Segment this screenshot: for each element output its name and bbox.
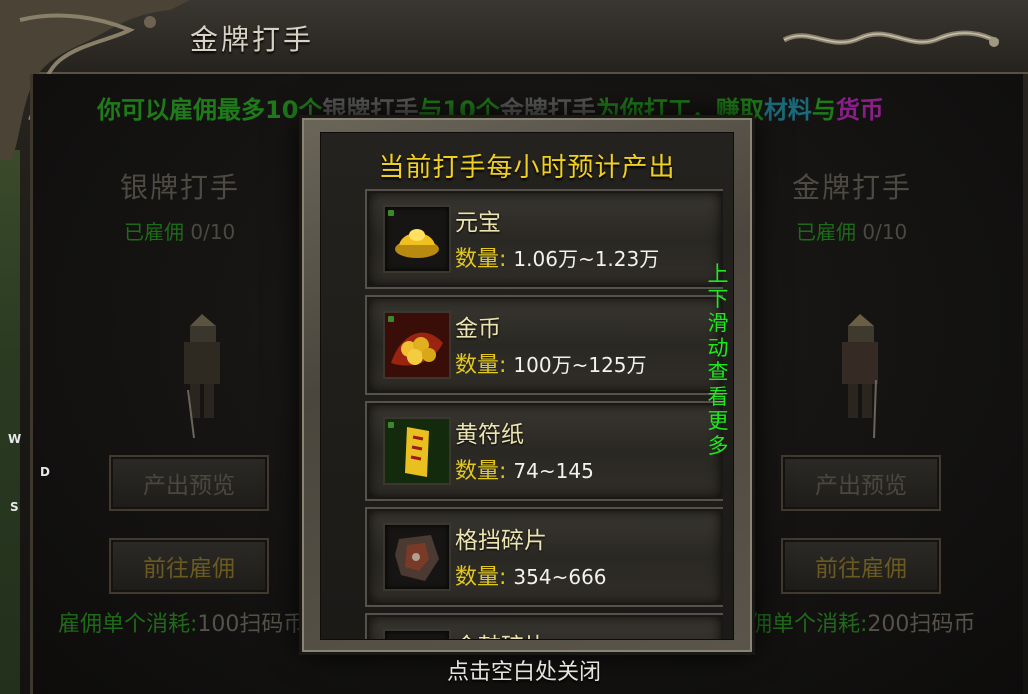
scroll-hint-char: 查: [707, 360, 729, 384]
gold-hired-value: 0/10: [862, 220, 908, 244]
item-slot: [383, 311, 451, 379]
gold-cost: 佣单个消耗:200扫码币: [750, 606, 975, 638]
item-slot: [383, 205, 451, 273]
popup-content: 当前打手每小时预计产出 元宝 数量: 1.06万~1.23万 金币 数量: 10…: [320, 132, 734, 640]
scroll-hint-char: 多: [707, 433, 729, 458]
gold-preview-button[interactable]: 产出预览: [781, 455, 941, 511]
item-slot: [383, 523, 451, 591]
output-item: 格挡碎片 数量: 354~666: [365, 507, 723, 607]
slot-indicator: [388, 422, 394, 428]
silver-title: 银牌打手: [120, 171, 241, 204]
scroll-hint-char: 看: [707, 384, 729, 409]
item-name: 黄符纸: [455, 422, 524, 448]
gold-mercenary-figure: [842, 314, 878, 439]
item-name: 元宝: [455, 210, 501, 236]
popup-title: 当前打手每小时预计产出: [378, 153, 676, 183]
gold-title: 金牌打手: [792, 171, 913, 204]
scroll-hint-char: 滑: [707, 311, 729, 335]
silver-mercenary-figure: [184, 314, 220, 439]
banner-segment: 货币: [835, 96, 884, 124]
banner-segment: 与: [811, 96, 836, 124]
item-slot: [383, 417, 451, 485]
banner-segment: 材料: [763, 96, 812, 124]
talisman-paper-icon: [385, 419, 449, 483]
window-title: 金牌打手: [190, 23, 315, 56]
quantity-value: 354~666: [513, 565, 607, 589]
fragment-icon: [385, 631, 449, 639]
silver-cost-value: 100扫码币: [197, 612, 306, 637]
item-name: 金币: [455, 316, 501, 342]
shield-fragment-icon: [395, 535, 439, 581]
minimap-label-s: S: [10, 500, 19, 514]
output-item: 元宝 数量: 1.06万~1.23万: [365, 189, 723, 289]
item-slot: [383, 629, 451, 639]
scroll-hint-char: 更: [707, 409, 729, 433]
dragon-ornament: [782, 30, 1000, 47]
silver-hired-label: 已雇佣: [124, 220, 184, 244]
silver-hire-button[interactable]: 前往雇佣: [109, 538, 269, 594]
silver-cost-label: 雇佣单个消耗:: [58, 612, 198, 637]
gold-cost-label: 佣单个消耗:: [750, 612, 868, 637]
game-background-strip: [0, 150, 20, 694]
silver-hired-count: 已雇佣 0/10: [124, 216, 235, 245]
output-item-list[interactable]: 元宝 数量: 1.06万~1.23万 金币 数量: 100万~125万 黄符纸 …: [351, 189, 723, 639]
quantity-label: 数量:: [455, 353, 507, 378]
minimap-label-d: D: [40, 465, 50, 479]
output-item: 黄符纸 数量: 74~145: [365, 401, 723, 501]
quantity-label: 数量:: [455, 247, 507, 272]
quantity-value: 100万~125万: [513, 353, 647, 377]
close-hint[interactable]: 点击空白处关闭: [0, 654, 1028, 686]
item-quantity: 数量: 354~666: [455, 559, 607, 591]
gold-cost-value: 200扫码币: [867, 612, 976, 637]
scroll-hint: 上 下 滑 动 查 看 更 多: [706, 262, 730, 458]
item-name: 金鼓碎片: [455, 627, 547, 639]
silver-hired-value: 0/10: [190, 220, 236, 244]
silver-preview-button[interactable]: 产出预览: [109, 455, 269, 511]
scroll-hint-char: 上: [707, 262, 729, 286]
gold-hired-count: 已雇佣 0/10: [796, 216, 907, 245]
silver-cost: 雇佣单个消耗:100扫码币: [58, 606, 305, 638]
gold-coins-icon: [385, 313, 449, 377]
quantity-label: 数量:: [455, 459, 507, 484]
scroll-hint-char: 动: [707, 335, 729, 360]
item-quantity: 数量: 74~145: [455, 453, 594, 485]
banner-segment: 你可以雇佣最多10个: [97, 96, 323, 124]
minimap-label-w: W: [8, 432, 22, 446]
slot-indicator: [388, 316, 394, 322]
quantity-value: 74~145: [513, 459, 594, 483]
gold-hired-label: 已雇佣: [796, 220, 856, 244]
quantity-value: 1.06万~1.23万: [513, 247, 660, 271]
slot-indicator: [388, 210, 394, 216]
item-name: 格挡碎片: [455, 528, 547, 554]
gold-ingot-icon: [395, 229, 439, 258]
output-preview-popup[interactable]: 当前打手每小时预计产出 元宝 数量: 1.06万~1.23万 金币 数量: 10…: [302, 118, 752, 652]
output-item: 金鼓碎片: [365, 613, 723, 639]
quantity-label: 数量:: [455, 565, 507, 590]
output-item: 金币 数量: 100万~125万: [365, 295, 723, 395]
gold-hire-button[interactable]: 前往雇佣: [781, 538, 941, 594]
item-quantity: 数量: 100万~125万: [455, 347, 647, 379]
item-quantity: 数量: 1.06万~1.23万: [455, 241, 659, 273]
scroll-hint-char: 下: [707, 286, 729, 311]
